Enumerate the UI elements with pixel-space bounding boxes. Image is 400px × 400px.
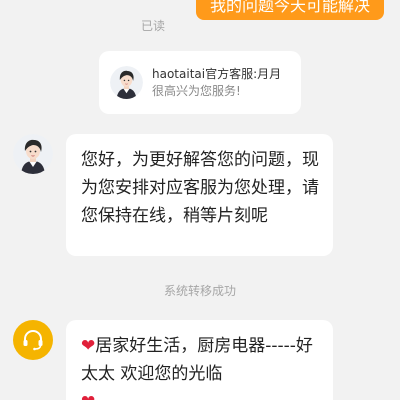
agent-greeting: 很高兴为您服务!: [152, 83, 241, 98]
female-agent-avatar-icon: [110, 66, 143, 99]
outgoing-message-bubble[interactable]: 我的问题今天可能解决: [195, 0, 384, 20]
agent-name: haotaitai官方客服:月月: [152, 66, 282, 81]
message-text: 您好，为更好解答您的问题，现为您安排对应客服为您处理，请您保持在线，稍等片刻呢: [81, 150, 319, 226]
incoming-message-bubble[interactable]: 您好，为更好解答您的问题，现为您安排对应客服为您处理，请您保持在线，稍等片刻呢: [66, 134, 333, 256]
message-text: 居家好生活，厨房电器-----好太太 欢迎您的光临: [81, 336, 313, 384]
read-receipt: 已读: [141, 19, 166, 33]
outgoing-message-row: 我的问题今天可能解决: [195, 0, 384, 20]
incoming-message-bubble[interactable]: ❤居家好生活，厨房电器-----好太太 欢迎您的光临 ❤: [66, 320, 333, 400]
female-agent-avatar-icon[interactable]: [13, 134, 53, 174]
headset-icon[interactable]: [13, 320, 53, 360]
heart-icon: ❤: [81, 392, 95, 400]
chat-window: 已读 我的问题今天可能解决 haotaitai官方客服:月月 很高兴为您服务!: [0, 0, 400, 400]
agent-card[interactable]: haotaitai官方客服:月月 很高兴为您服务!: [99, 51, 301, 114]
system-note: 系统转移成功: [163, 284, 236, 298]
heart-icon: ❤: [81, 336, 96, 356]
